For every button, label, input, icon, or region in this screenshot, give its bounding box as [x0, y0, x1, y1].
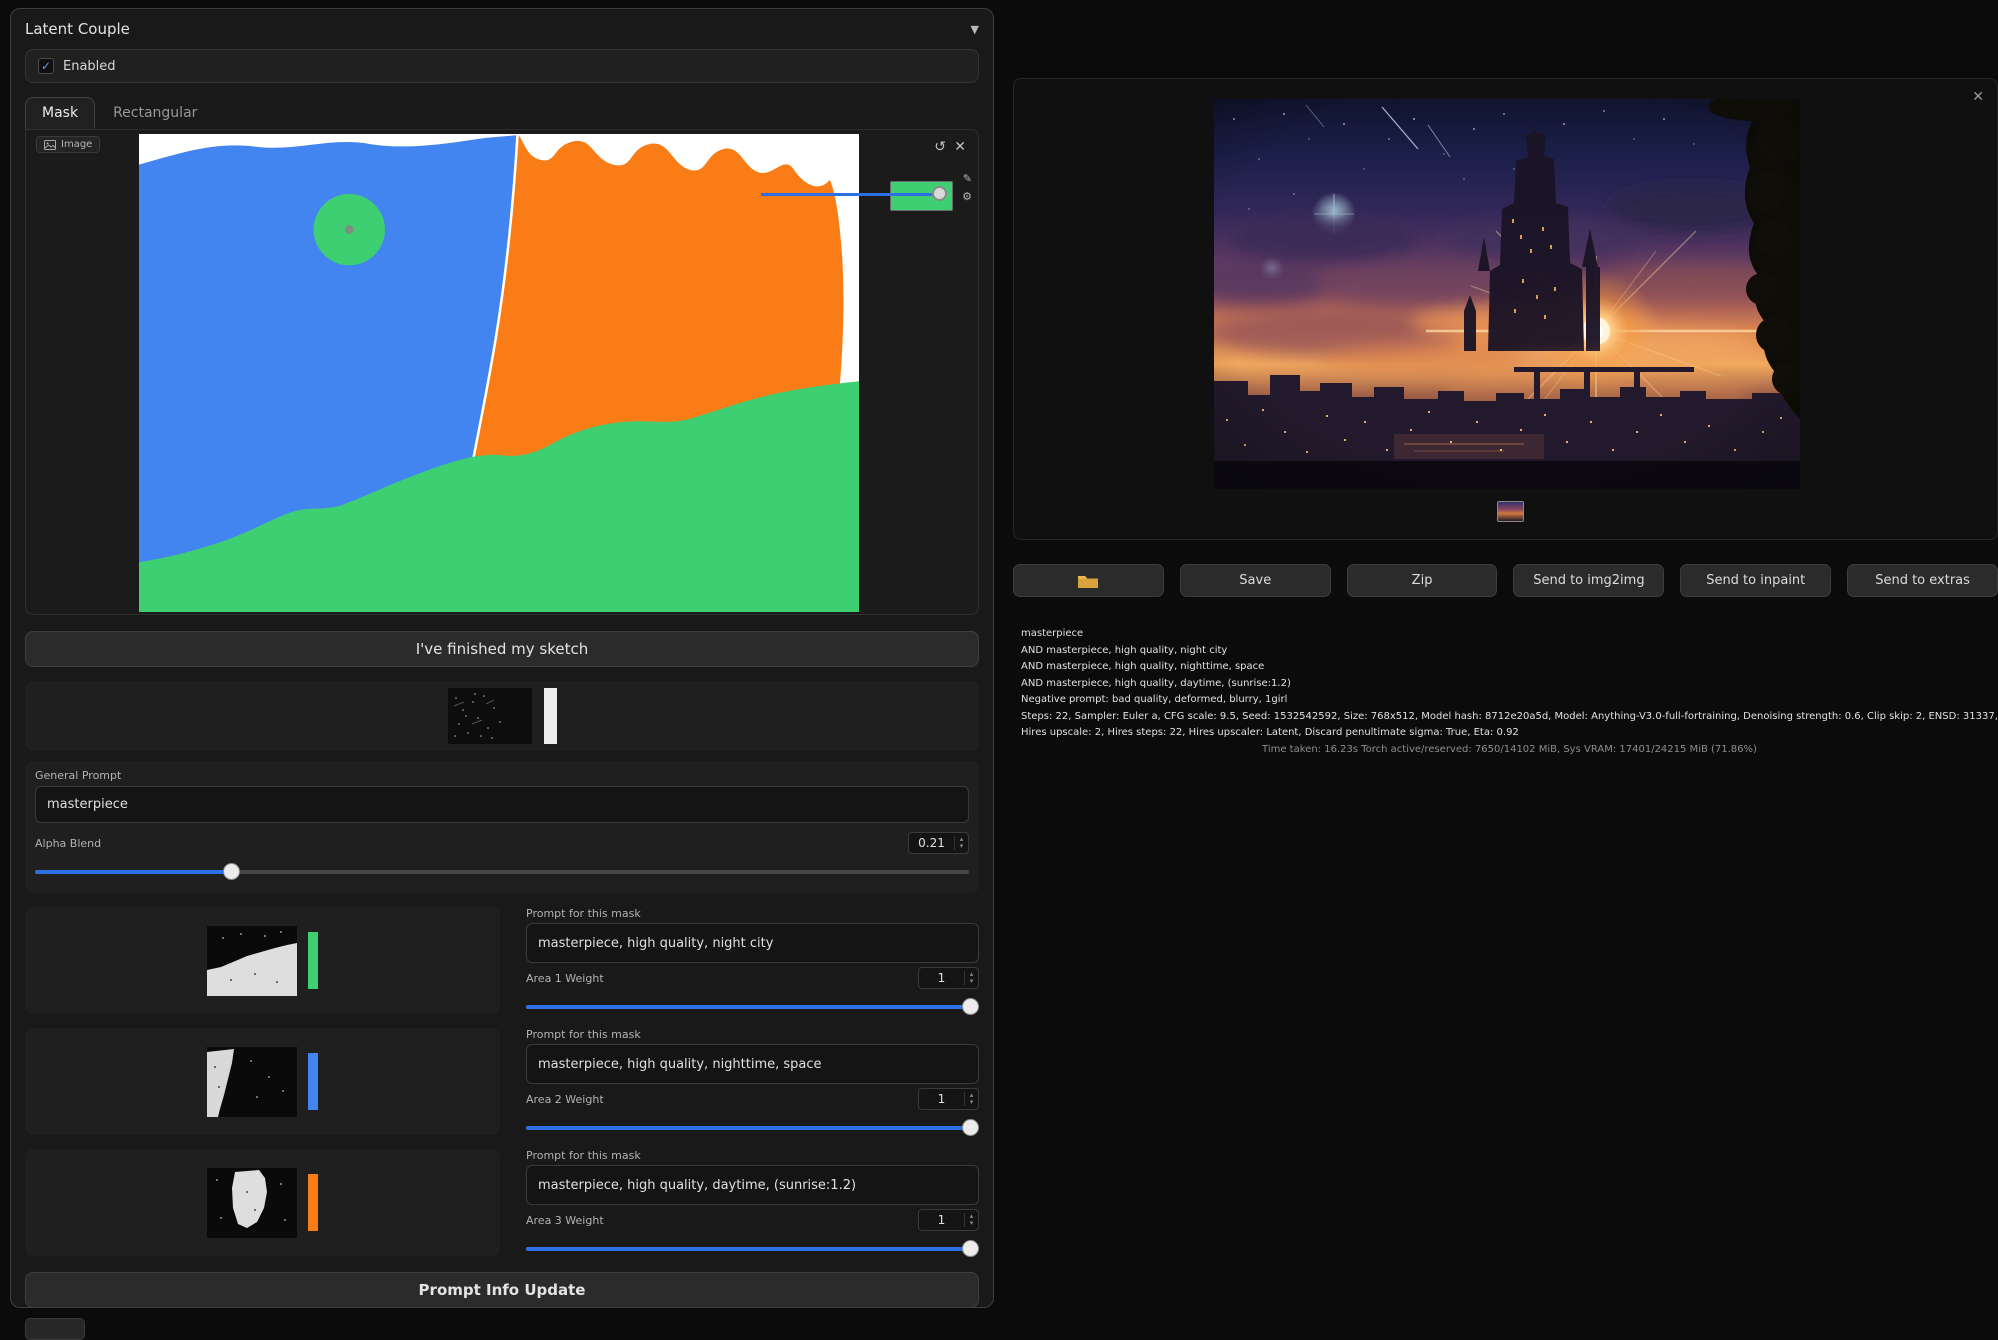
output-actions: Save Zip Send to img2img Send to inpaint…	[1013, 564, 1998, 597]
latent-couple-panel: Latent Couple ▼ ✓ Enabled Mask Rectangul…	[10, 8, 994, 1308]
generation-info-line: AND masterpiece, high quality, nighttime…	[1021, 659, 1998, 676]
number-steppers[interactable]: ▴ ▾	[954, 836, 968, 850]
brush-size-handle[interactable]	[932, 186, 947, 201]
tab-bar: Mask Rectangular	[25, 97, 979, 129]
close-icon[interactable]: ✕	[1972, 89, 1984, 105]
mask-prompt-input-2[interactable]: masterpiece, high quality, nighttime, sp…	[526, 1044, 979, 1084]
area-weight-slider-handle-1[interactable]	[962, 998, 979, 1015]
brush-size-slider[interactable]	[761, 193, 939, 196]
alpha-blend-slider-handle[interactable]	[223, 863, 240, 880]
image-icon	[44, 140, 56, 150]
mask-row-1: Prompt for this mask masterpiece, high q…	[25, 907, 979, 1014]
mask-preview-card	[25, 1149, 500, 1256]
sketch-editor: Image ↺ ✕ ✎ ⚙	[25, 129, 979, 615]
generation-info-line: AND masterpiece, high quality, night cit…	[1021, 643, 1998, 660]
mask-row-2: Prompt for this mask masterpiece, high q…	[25, 1028, 979, 1135]
send-inpaint-button[interactable]: Send to inpaint	[1680, 564, 1831, 597]
generation-info-line: Negative prompt: bad quality, deformed, …	[1021, 692, 1998, 709]
alpha-blend-number[interactable]: 0.21 ▴ ▾	[908, 832, 969, 854]
tab-rectangular[interactable]: Rectangular	[97, 98, 213, 129]
sketch-canvas[interactable]	[139, 134, 859, 612]
area-weight-slider-2[interactable]	[526, 1119, 979, 1137]
mask-color-bar-2	[308, 1053, 318, 1110]
alpha-blend-slider[interactable]	[35, 863, 969, 881]
area-weight-number-3[interactable]: 1 ▴ ▾	[918, 1209, 979, 1231]
image-label-chip: Image	[36, 136, 100, 153]
enabled-checkbox[interactable]: ✓	[38, 58, 54, 74]
generated-image-art	[1214, 99, 1800, 489]
number-steppers[interactable]: ▴ ▾	[964, 971, 978, 985]
output-gallery: ✕	[1013, 78, 1998, 540]
send-img2img-button[interactable]: Send to img2img	[1513, 564, 1664, 597]
stepper-down-icon[interactable]: ▾	[970, 1220, 974, 1227]
finished-sketch-button[interactable]: I've finished my sketch	[25, 631, 979, 667]
area-weight-slider-handle-2[interactable]	[962, 1119, 979, 1136]
area-weight-slider-1[interactable]	[526, 998, 979, 1016]
generation-info: masterpiece AND masterpiece, high qualit…	[1021, 626, 1998, 755]
image-label: Image	[61, 139, 92, 150]
check-icon: ✓	[41, 60, 51, 72]
mask-thumbnail-2[interactable]	[207, 1047, 297, 1117]
general-prompt-block: General Prompt masterpiece Alpha Blend 0…	[25, 761, 979, 893]
number-steppers[interactable]: ▴ ▾	[964, 1092, 978, 1106]
alpha-blend-label: Alpha Blend	[35, 837, 101, 850]
area-weight-slider-3[interactable]	[526, 1240, 979, 1258]
panel-title: Latent Couple	[25, 20, 130, 38]
area-weight-label-1: Area 1 Weight	[526, 972, 604, 985]
clear-icon[interactable]: ✕	[954, 140, 966, 154]
mask-thumbnail-1[interactable]	[207, 926, 297, 996]
area-weight-label-3: Area 3 Weight	[526, 1214, 604, 1227]
generation-info-line: masterpiece	[1021, 626, 1998, 643]
mask-color-bar-3	[308, 1174, 318, 1231]
send-extras-button[interactable]: Send to extras	[1847, 564, 1998, 597]
stepper-down-icon[interactable]: ▾	[960, 843, 964, 850]
sketch-thumbnail[interactable]	[448, 688, 532, 744]
mask-prompt-input-3[interactable]: masterpiece, high quality, daytime, (sun…	[526, 1165, 979, 1205]
mask-prompt-label-1: Prompt for this mask	[526, 907, 979, 920]
time-taken-line: Time taken: 16.23s Torch active/reserved…	[1021, 744, 1998, 755]
stepper-down-icon[interactable]: ▾	[970, 978, 974, 985]
chevron-down-icon[interactable]: ▼	[971, 23, 979, 36]
undo-icon[interactable]: ↺	[934, 140, 946, 154]
panel-header: Latent Couple ▼	[25, 9, 979, 49]
mask-prompt-label-3: Prompt for this mask	[526, 1149, 979, 1162]
sketch-painting	[139, 134, 859, 612]
mask-prompt-label-2: Prompt for this mask	[526, 1028, 979, 1041]
prompt-info-update-button[interactable]: Prompt Info Update	[25, 1272, 979, 1308]
brush-icon[interactable]: ✎	[963, 172, 972, 185]
area-weight-number-1[interactable]: 1 ▴ ▾	[918, 967, 979, 989]
enabled-label: Enabled	[63, 59, 116, 74]
sketch-gallery	[25, 681, 979, 751]
mask-prompt-input-1[interactable]: masterpiece, high quality, night city	[526, 923, 979, 963]
mask-row-3: Prompt for this mask masterpiece, high q…	[25, 1149, 979, 1256]
save-button[interactable]: Save	[1180, 564, 1331, 597]
generation-info-line: AND masterpiece, high quality, daytime, …	[1021, 676, 1998, 693]
cutoff-block	[25, 1318, 85, 1340]
general-prompt-label: General Prompt	[35, 769, 969, 782]
generated-image[interactable]	[1214, 99, 1800, 489]
mask-thumbnail-3[interactable]	[207, 1168, 297, 1238]
area-weight-slider-handle-3[interactable]	[962, 1240, 979, 1257]
mask-preview-card	[25, 907, 500, 1014]
general-prompt-input[interactable]: masterpiece	[35, 786, 969, 823]
color-picker-icon[interactable]: ⚙	[962, 190, 972, 203]
gallery-color-bar	[544, 688, 557, 744]
tab-mask[interactable]: Mask	[25, 97, 95, 129]
gallery-thumbnail[interactable]	[1497, 501, 1524, 522]
enabled-checkbox-row[interactable]: ✓ Enabled	[25, 49, 979, 83]
area-weight-number-2[interactable]: 1 ▴ ▾	[918, 1088, 979, 1110]
stepper-down-icon[interactable]: ▾	[970, 1099, 974, 1106]
number-steppers[interactable]: ▴ ▾	[964, 1213, 978, 1227]
folder-icon	[1077, 573, 1099, 589]
open-folder-button[interactable]	[1013, 564, 1164, 597]
mask-preview-card	[25, 1028, 500, 1135]
mask-color-bar-1	[308, 932, 318, 989]
zip-button[interactable]: Zip	[1347, 564, 1498, 597]
area-weight-label-2: Area 2 Weight	[526, 1093, 604, 1106]
generation-params-line: Steps: 22, Sampler: Euler a, CFG scale: …	[1021, 709, 1998, 742]
